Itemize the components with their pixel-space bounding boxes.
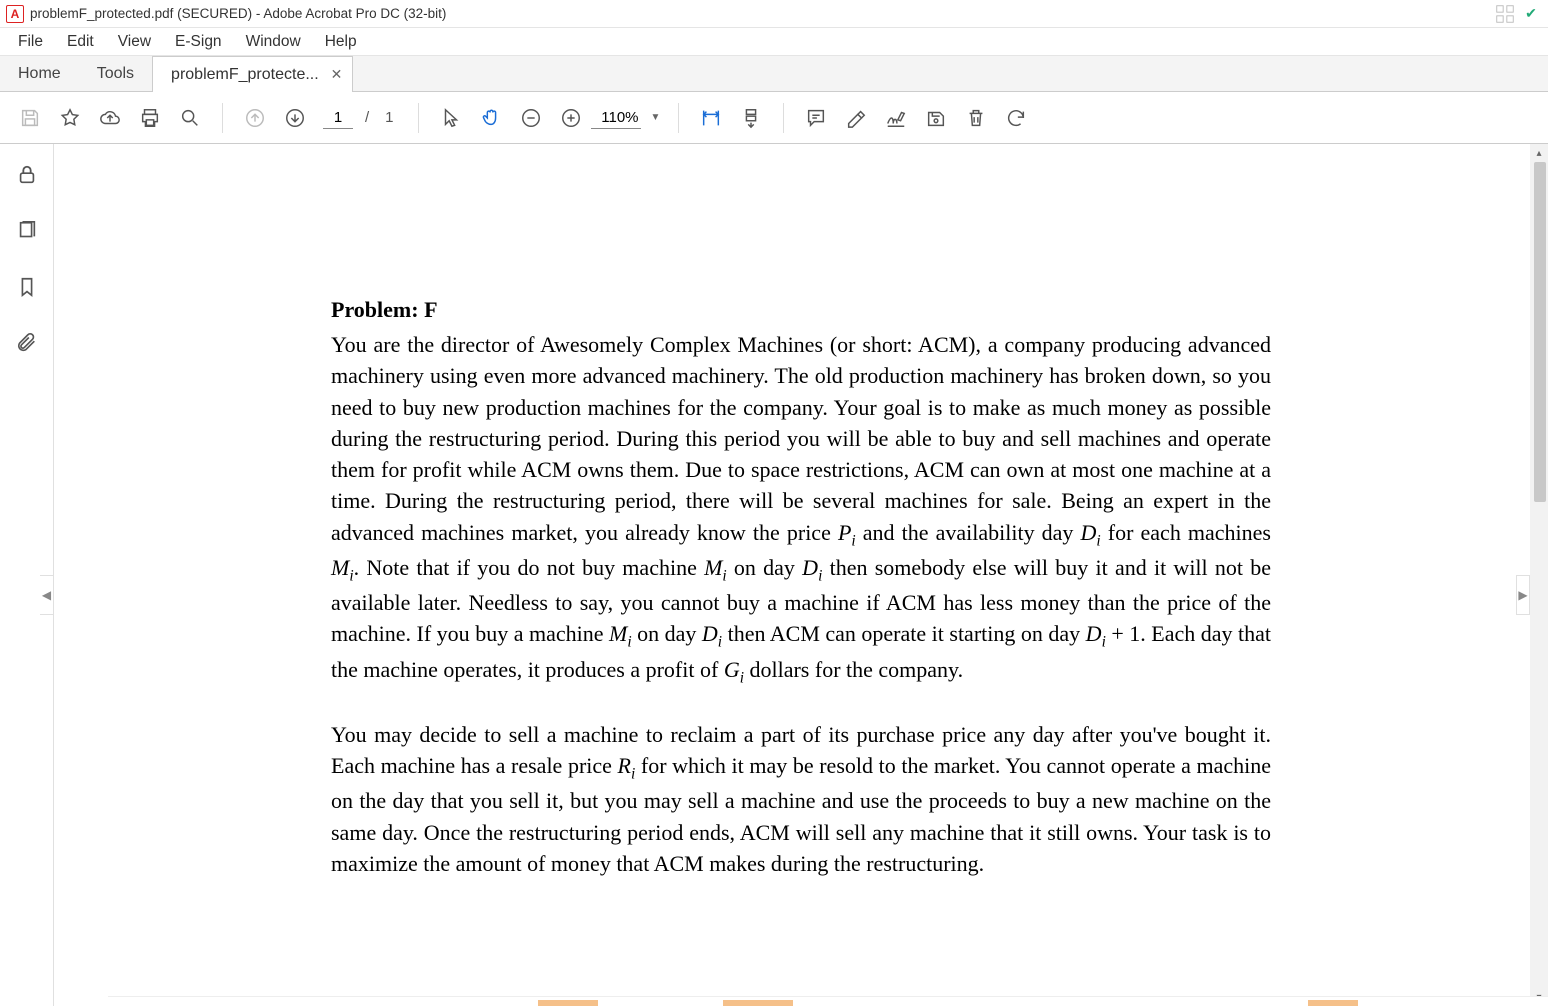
zoom-input[interactable] [591,107,641,129]
page-total: 1 [381,109,397,126]
star-icon[interactable] [50,98,90,138]
page-up-icon[interactable] [235,98,275,138]
scroll-thumb[interactable] [1534,162,1546,502]
menu-bar: File Edit View E-Sign Window Help [0,28,1548,56]
tab-document[interactable]: problemF_protecte... ✕ [152,56,353,92]
comment-icon[interactable] [796,98,836,138]
scroll-mode-icon[interactable] [731,98,771,138]
paragraph-2: You may decide to sell a machine to recl… [331,719,1271,879]
menu-file[interactable]: File [8,31,53,53]
window-title: problemF_protected.pdf (SECURED) - Adobe… [30,6,446,21]
window-titlebar: A problemF_protected.pdf (SECURED) - Ado… [0,0,1548,28]
paragraph-1: You are the director of Awesomely Comple… [331,329,1271,689]
navigation-rail: ◀ [0,144,54,1006]
bookmark-icon[interactable] [14,274,40,300]
cloud-upload-icon[interactable] [90,98,130,138]
page-down-icon[interactable] [275,98,315,138]
sign-icon[interactable] [876,98,916,138]
acrobat-icon: A [6,5,24,23]
rotate-icon[interactable] [996,98,1036,138]
problem-heading: Problem: F [331,294,1271,325]
zoom-out-icon[interactable] [511,98,551,138]
page-sep: / [361,109,373,126]
highlight-icon[interactable] [836,98,876,138]
menu-esign[interactable]: E-Sign [165,31,232,53]
tab-document-label: problemF_protecte... [171,66,319,84]
thumbnails-icon[interactable] [14,218,40,244]
print-icon[interactable] [130,98,170,138]
close-tab-icon[interactable]: ✕ [331,66,343,83]
zoom-in-icon[interactable] [551,98,591,138]
document-viewport[interactable]: Problem: F You are the director of Aweso… [54,144,1548,1006]
right-rail-toggle-icon[interactable]: ▶ [1516,575,1530,615]
page-number-input[interactable] [323,107,353,129]
lock-icon[interactable] [14,162,40,188]
select-tool-icon[interactable] [431,98,471,138]
search-icon[interactable] [170,98,210,138]
vertical-scrollbar[interactable]: ▴ ▾ [1530,144,1548,1006]
save-icon[interactable] [10,98,50,138]
stamp-icon[interactable] [916,98,956,138]
hand-tool-icon[interactable] [471,98,511,138]
toolbar: / 1 ▼ [0,92,1548,144]
scroll-up-icon[interactable]: ▴ [1530,144,1548,162]
fullscreen-icon[interactable] [1494,5,1516,23]
tab-tools[interactable]: Tools [79,56,152,91]
menu-help[interactable]: Help [315,31,367,53]
fit-width-icon[interactable] [691,98,731,138]
tab-bar: Home Tools problemF_protecte... ✕ [0,56,1548,92]
menu-window[interactable]: Window [236,31,311,53]
bottom-bar [108,996,1548,1006]
zoom-dropdown-icon[interactable]: ▼ [645,112,667,123]
attachment-icon[interactable] [14,330,40,356]
menu-view[interactable]: View [108,31,161,53]
delete-icon[interactable] [956,98,996,138]
main-area: ◀ Problem: F You are the director of Awe… [0,144,1548,1006]
chevron-down-icon[interactable]: ✔ [1520,5,1542,23]
tab-home[interactable]: Home [0,56,79,91]
left-rail-toggle-icon[interactable]: ◀ [40,575,54,615]
document-page: Problem: F You are the director of Aweso… [251,144,1351,949]
menu-edit[interactable]: Edit [57,31,104,53]
